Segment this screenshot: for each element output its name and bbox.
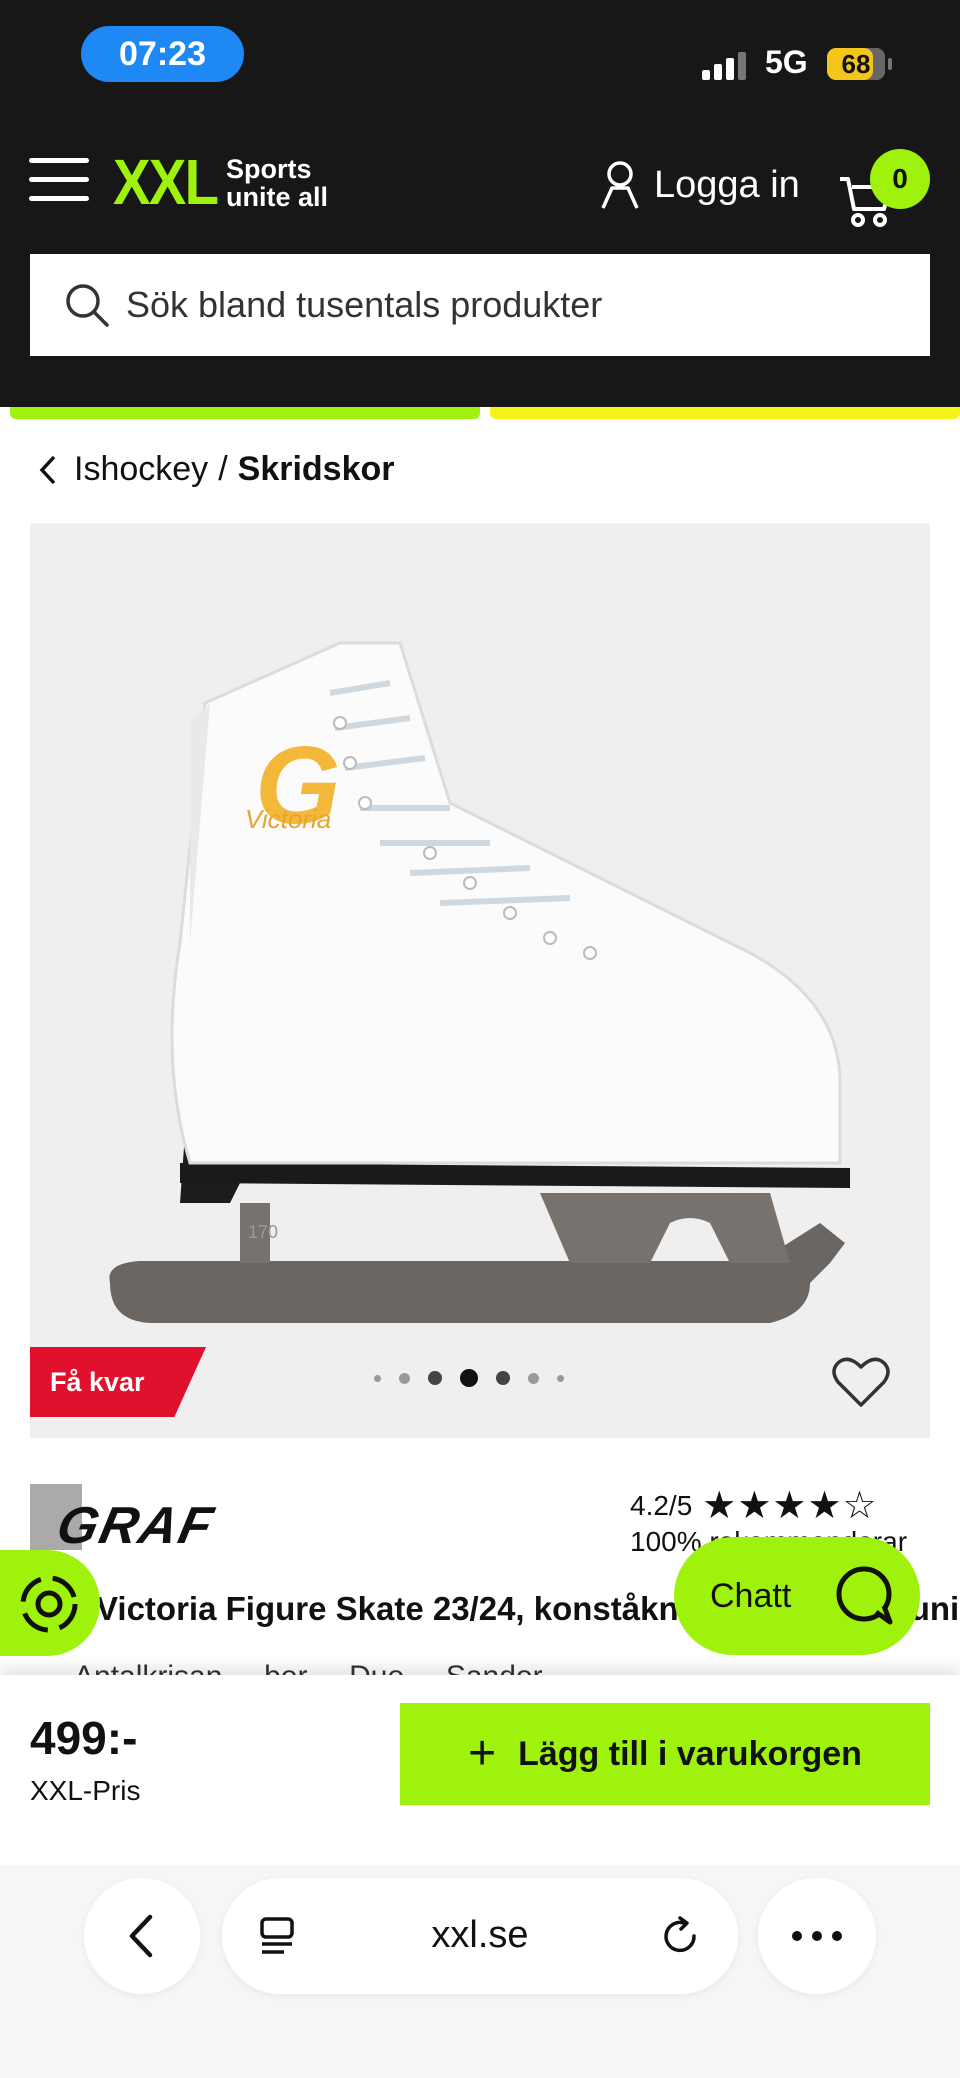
gallery-dot[interactable] [557,1374,564,1382]
search-input[interactable]: Sök bland tusentals produkter [30,254,930,356]
breadcrumb: Ishockey / Skridskor [38,450,395,489]
price-label: XXL-Pris [30,1775,141,1806]
gallery-dot[interactable] [496,1371,510,1385]
address-bar[interactable]: xxl.se [222,1878,738,1994]
user-icon [601,161,639,209]
chevron-left-icon[interactable] [38,454,58,486]
status-time: 07:23 [81,26,244,82]
chat-icon [836,1566,893,1625]
login-button[interactable]: Logga in [600,155,800,215]
status-bar: 07:23 5G 68 [0,0,960,115]
browser-more-button[interactable] [758,1878,876,1994]
reload-icon[interactable] [660,1916,700,1956]
xxl-logo[interactable]: XXL [113,145,219,219]
gallery-pagination [365,1368,573,1388]
sustainability-widget-button[interactable] [0,1550,100,1656]
price: 499:- [30,1712,138,1764]
skate-brand-text: Victoria [245,804,331,834]
login-label: Logga in [654,163,800,206]
breadcrumb-current: Skridskor [237,450,395,488]
brand-logo[interactable]: GRAF [52,1496,220,1556]
gallery-dot[interactable] [528,1372,539,1384]
logo-tagline: Sports unite all [226,155,328,211]
tagline-line1: Sports [226,154,312,184]
tagline-line2: unite all [226,182,329,212]
chat-label: Chatt [710,1576,792,1615]
more-icon [792,1931,842,1941]
sticky-buy-bar: 499:- XXL-Pris + Lägg till i varukorgen [0,1675,960,1865]
battery-icon: 68 [827,48,885,80]
chevron-left-icon [129,1914,153,1958]
chat-button[interactable]: Chatt [674,1537,920,1655]
gallery-dot[interactable] [399,1372,410,1384]
search-icon [66,284,109,327]
rating-stars: ★★★★☆ [702,1485,878,1527]
plus-icon: + [468,1727,497,1780]
blade-marking: 170 [248,1222,278,1242]
figure-skate-image: 170 G Victoria [109,641,850,1323]
recycle-icon [20,1575,78,1633]
gallery-dot[interactable] [460,1369,478,1387]
signal-icon [702,50,750,80]
breadcrumb-parent[interactable]: Ishockey [74,450,208,489]
add-to-cart-label: Lägg till i varukorgen [518,1734,862,1773]
search-placeholder: Sök bland tusentals produkter [126,284,603,325]
promo-bar-yellow[interactable] [490,407,960,419]
rating-value: 4.2/5 [630,1489,693,1521]
product-rating[interactable]: 4.2/5 ★★★★☆ [630,1483,878,1528]
cart-count-badge: 0 [870,149,930,209]
site-header: XXL Sports unite all Logga in 0 Sök blan… [0,115,960,407]
menu-icon[interactable] [29,158,89,202]
heart-icon[interactable] [832,1355,890,1409]
product-image-gallery[interactable]: 170 G Victoria [30,523,930,1438]
network-type: 5G [765,44,808,80]
add-to-cart-button[interactable]: + Lägg till i varukorgen [400,1703,930,1805]
battery-tip [888,58,892,70]
breadcrumb-separator: / [218,450,228,488]
gallery-dot[interactable] [428,1371,442,1385]
browser-toolbar: xxl.se [0,1865,960,2078]
cart-button[interactable]: 0 [838,149,938,233]
browser-back-button[interactable] [84,1878,200,1994]
promo-bar-green[interactable] [10,407,480,419]
gallery-dot[interactable] [374,1374,381,1382]
